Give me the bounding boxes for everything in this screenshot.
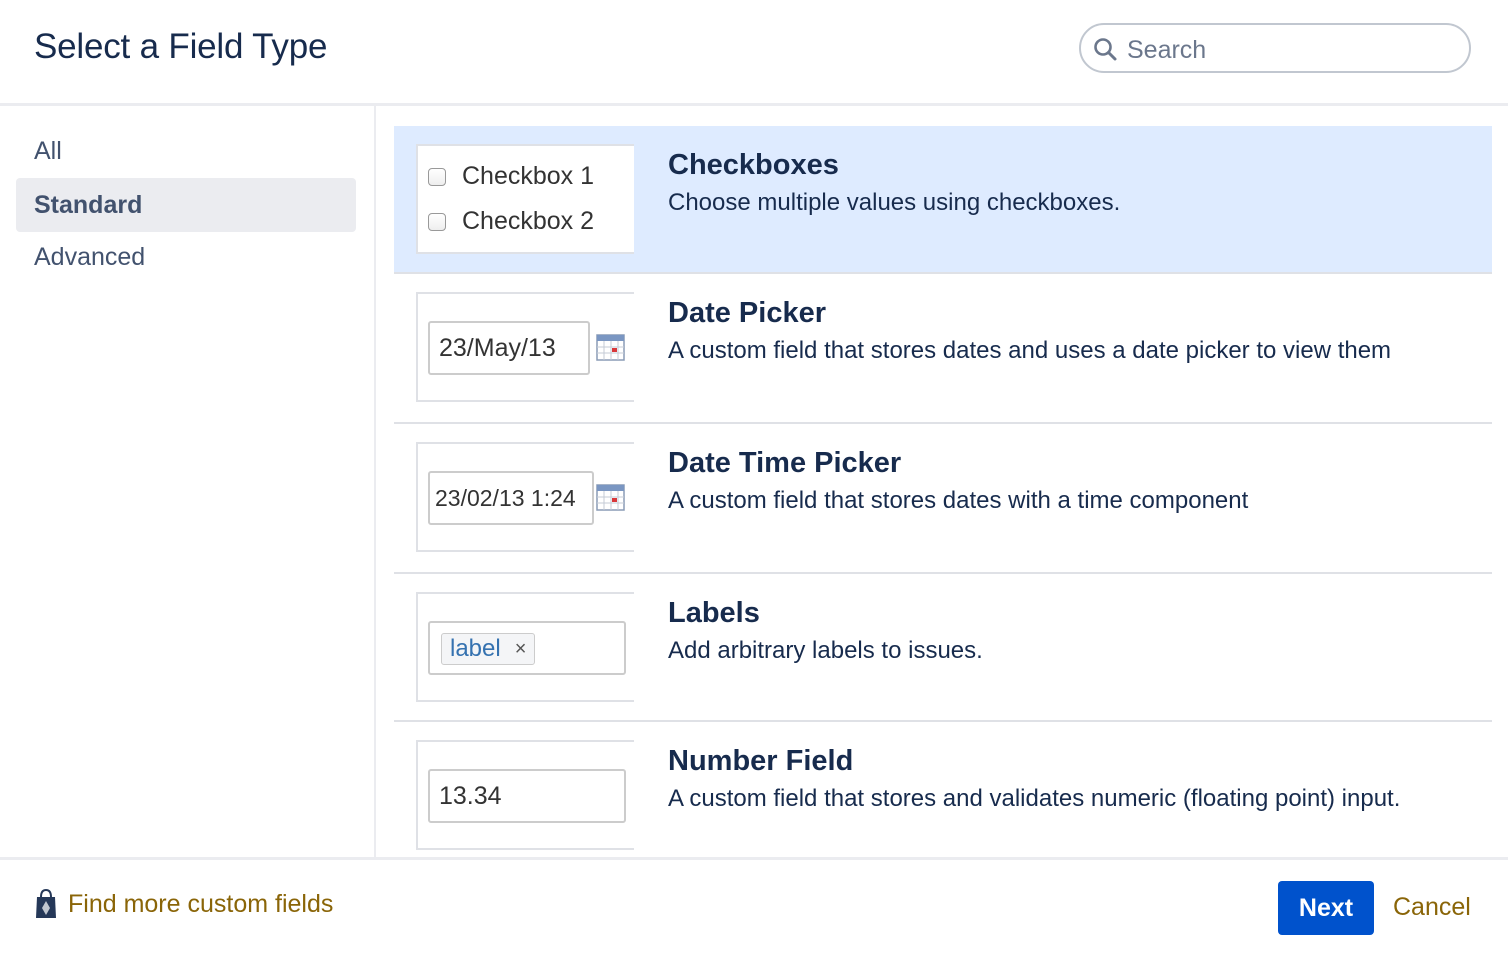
date-picker-preview: 23/May/13 xyxy=(416,292,634,402)
field-type-labels[interactable]: label × Labels Add arbitrary labels to i… xyxy=(394,574,1492,722)
cancel-button[interactable]: Cancel xyxy=(1393,893,1471,922)
labels-preview: label × xyxy=(416,592,634,702)
sidebar-item-standard[interactable]: Standard xyxy=(16,178,356,232)
remove-label-icon: × xyxy=(514,638,527,660)
dialog-title: Select a Field Type xyxy=(34,27,328,66)
search-icon xyxy=(1094,38,1117,61)
field-type-checkboxes[interactable]: Checkbox 1 Checkbox 2 Checkboxes Choose … xyxy=(394,126,1492,274)
preview-checkbox-label: Checkbox 2 xyxy=(462,207,595,235)
search-box[interactable] xyxy=(1079,23,1471,73)
preview-labels-input: label × xyxy=(428,621,626,675)
preview-checkbox-2: Checkbox 2 xyxy=(428,207,594,236)
label-tag: label × xyxy=(441,633,536,665)
sidebar-item-advanced[interactable]: Advanced xyxy=(16,230,356,284)
checkboxes-preview: Checkbox 1 Checkbox 2 xyxy=(416,144,634,254)
field-type-title: Date Time Picker xyxy=(668,447,902,479)
preview-date-input: 23/May/13 xyxy=(428,321,590,375)
field-type-list: Checkbox 1 Checkbox 2 Checkboxes Choose … xyxy=(394,126,1492,857)
field-type-title: Number Field xyxy=(668,745,854,777)
preview-checkbox-label: Checkbox 1 xyxy=(462,162,595,190)
preview-datetime-input: 23/02/13 1:24 xyxy=(428,471,594,525)
checkbox-icon xyxy=(428,167,446,186)
category-sidebar: All Standard Advanced xyxy=(0,106,376,857)
preview-checkbox-1: Checkbox 1 xyxy=(428,162,594,191)
field-type-description: A custom field that stores dates and use… xyxy=(668,337,1392,364)
preview-number-input: 13.34 xyxy=(428,769,626,823)
dialog-header: Select a Field Type xyxy=(0,0,1508,106)
date-time-picker-preview: 23/02/13 1:24 xyxy=(416,442,634,552)
field-type-date-picker[interactable]: 23/May/13 Date Picker A custom field tha… xyxy=(394,274,1492,424)
field-type-description: Add arbitrary labels to issues. xyxy=(668,637,983,664)
next-button[interactable]: Next xyxy=(1278,881,1374,935)
field-type-description: A custom field that stores dates with a … xyxy=(668,487,1249,514)
field-type-description: A custom field that stores and validates… xyxy=(668,785,1401,812)
field-type-title: Labels xyxy=(668,597,760,629)
calendar-icon xyxy=(596,484,625,511)
find-more-custom-fields-link[interactable]: Find more custom fields xyxy=(34,888,333,920)
field-type-title: Date Picker xyxy=(668,297,826,329)
sidebar-item-all[interactable]: All xyxy=(16,124,356,178)
label-tag-text: label xyxy=(450,635,501,662)
search-input[interactable] xyxy=(1125,33,1459,67)
field-type-description: Choose multiple values using checkboxes. xyxy=(668,189,1121,216)
marketplace-bag-icon xyxy=(36,888,56,918)
find-more-label: Find more custom fields xyxy=(68,889,334,918)
calendar-icon xyxy=(596,334,625,361)
field-type-title: Checkboxes xyxy=(668,149,839,181)
dialog-footer: Find more custom fields Next Cancel xyxy=(0,857,1508,953)
field-type-date-time-picker[interactable]: 23/02/13 1:24 Date Time Picker A custom … xyxy=(394,424,1492,574)
field-type-number-field[interactable]: 13.34 Number Field A custom field that s… xyxy=(394,722,1492,857)
checkbox-icon xyxy=(428,212,446,231)
number-field-preview: 13.34 xyxy=(416,740,634,850)
